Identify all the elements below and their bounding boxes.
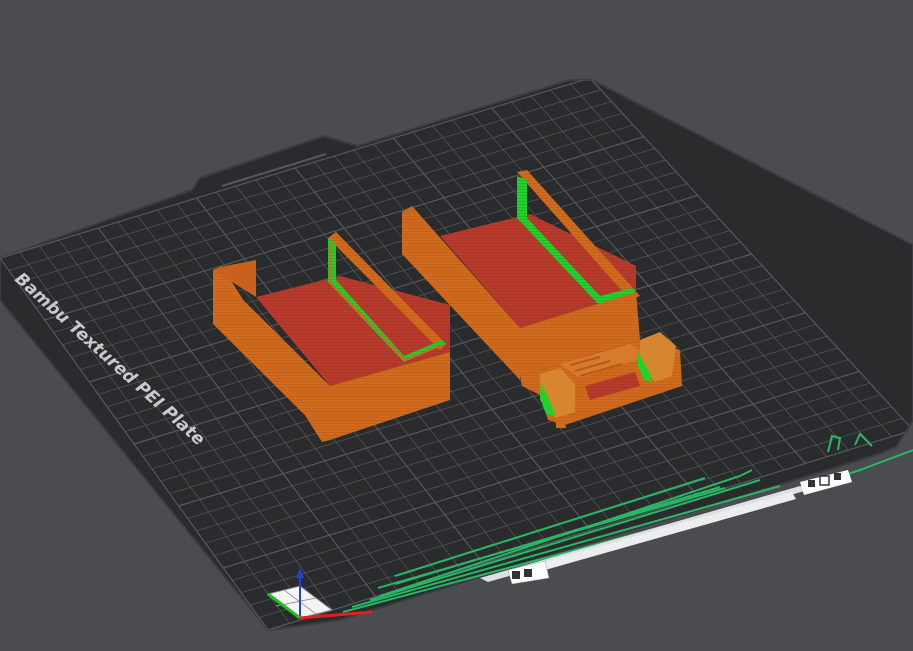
build-plate <box>0 79 913 632</box>
plate-surface <box>0 79 913 632</box>
scene-canvas[interactable]: Bambu Textured PEI Plate <box>0 0 913 651</box>
plate-settings-icon[interactable] <box>512 571 520 579</box>
3d-viewport[interactable]: Bambu Textured PEI Plate <box>0 0 913 651</box>
plate-orient-icon[interactable] <box>808 480 815 487</box>
plate-layers-icon[interactable] <box>834 473 841 480</box>
plate-lock-icon[interactable] <box>524 569 532 577</box>
